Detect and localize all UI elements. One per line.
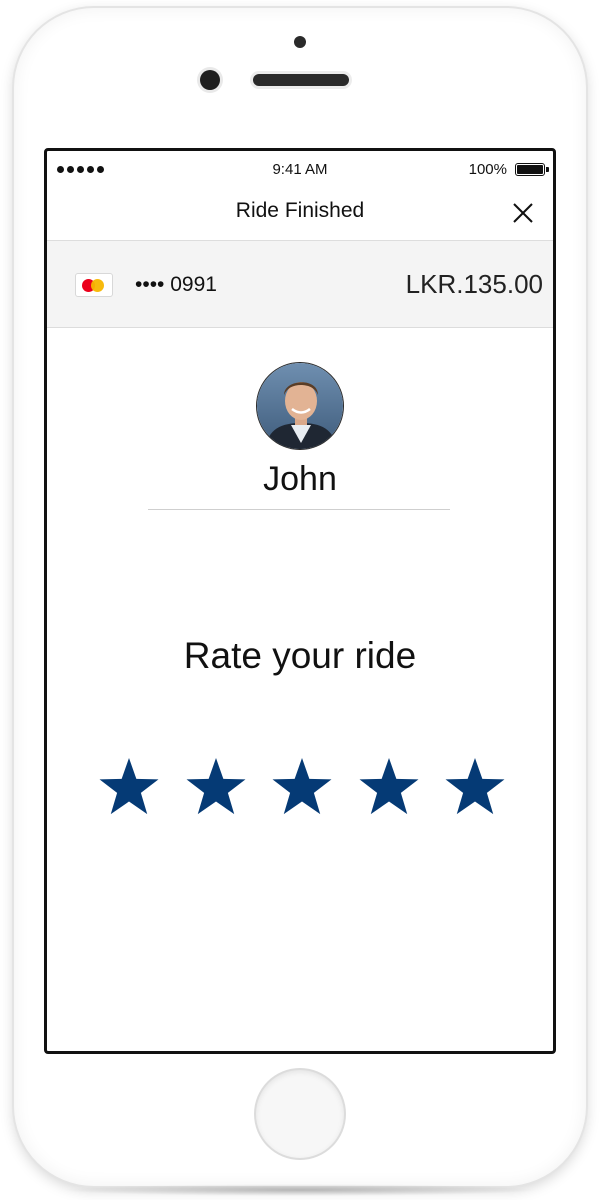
star-button-1[interactable] — [97, 755, 161, 819]
fare-amount: LKR.135.00 — [405, 269, 543, 299]
driver-name: John — [263, 460, 337, 498]
close-button[interactable] — [507, 197, 539, 229]
driver-avatar — [256, 362, 344, 450]
home-button[interactable] — [256, 1070, 344, 1158]
front-camera — [294, 36, 306, 48]
star-icon — [186, 758, 245, 815]
navigation-bar: Ride Finished — [47, 187, 553, 241]
star-icon — [445, 758, 505, 815]
star-icon — [99, 758, 159, 815]
name-divider — [148, 509, 450, 510]
star-button-5[interactable] — [443, 755, 507, 819]
star-button-4[interactable] — [357, 755, 421, 819]
star-button-2[interactable] — [184, 755, 248, 819]
proximity-sensor — [200, 70, 220, 90]
star-button-3[interactable] — [270, 755, 334, 819]
star-icon — [272, 758, 332, 815]
mastercard-icon — [75, 273, 113, 297]
phone-screen: 9:41 AM 100% Ride Finished •••• 0991 LKR… — [44, 148, 556, 1054]
rate-prompt: Rate your ride — [183, 635, 417, 676]
payment-summary: •••• 0991 LKR.135.00 — [47, 241, 553, 328]
star-rating — [97, 755, 507, 819]
earpiece-speaker — [253, 74, 349, 86]
battery-icon — [515, 163, 549, 176]
close-icon — [513, 203, 533, 223]
status-bar: 9:41 AM 100% — [47, 151, 553, 187]
card-number: •••• 0991 — [135, 273, 217, 296]
star-icon — [359, 758, 418, 815]
phone-shadow — [60, 1184, 540, 1196]
battery-percent: 100% — [468, 161, 507, 178]
page-title: Ride Finished — [235, 199, 365, 222]
